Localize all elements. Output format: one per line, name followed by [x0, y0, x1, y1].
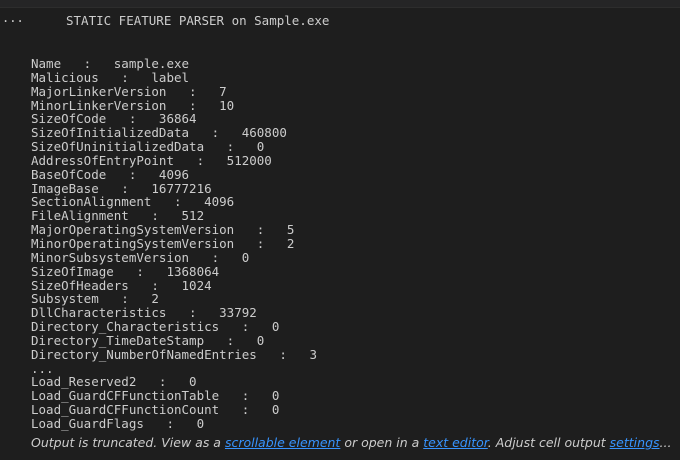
cell-gutter-ellipsis[interactable]: ... [2, 10, 24, 26]
output-line: FileAlignment : 512 [31, 208, 205, 224]
output-line: Load_GuardFlags : 0 [31, 415, 205, 431]
output-line: SizeOfInitializedData : 460800 [31, 125, 287, 141]
settings-link[interactable]: settings [610, 435, 660, 450]
output-line: AddressOfEntryPoint : 512000 [31, 152, 272, 168]
output-line: Malicious : label [31, 69, 190, 85]
notice-suffix: . Adjust cell output [487, 435, 610, 450]
output-line: SectionAlignment : 4096 [31, 194, 235, 210]
output-line: MinorOperatingSystemVersion : 2 [31, 235, 295, 251]
output-line: BaseOfCode : 4096 [31, 166, 190, 182]
cell-output: Name : sample.exe Malicious : label MajorL… [31, 57, 317, 431]
output-line: Load_GuardCFFunctionTable : 0 [31, 388, 280, 404]
output-line: Subsystem : 2 [31, 291, 159, 307]
output-line: SizeOfHeaders : 1024 [31, 277, 212, 293]
output-line: Directory_Characteristics : 0 [31, 319, 280, 335]
output-line: Directory_NumberOfNamedEntries : 3 [31, 346, 317, 362]
output-line: Load_GuardCFFunctionCount : 0 [31, 402, 280, 418]
output-line: SizeOfUninitializedData : 0 [31, 139, 265, 155]
output-line: SizeOfCode : 36864 [31, 111, 197, 127]
output-line: Load_Reserved2 : 0 [31, 374, 197, 390]
output-line: MinorSubsystemVersion : 0 [31, 249, 250, 265]
output-line: Name : sample.exe [31, 56, 190, 71]
notice-ending: ... [659, 435, 672, 450]
output-line: DllCharacteristics : 33792 [31, 305, 257, 321]
notice-middle: or open in a [340, 435, 424, 450]
output-line: ImageBase : 16777216 [31, 180, 212, 196]
truncation-notice: Output is truncated. View as a scrollabl… [31, 435, 671, 451]
output-line: SizeOfImage : 1368064 [31, 263, 220, 279]
output-line: ... [31, 360, 54, 376]
scrollable-element-link[interactable]: scrollable element [225, 435, 340, 450]
output-line: MajorOperatingSystemVersion : 5 [31, 222, 295, 238]
top-bar [0, 0, 680, 8]
output-title: STATIC FEATURE PARSER on Sample.exe [66, 13, 330, 28]
output-line: MinorLinkerVersion : 10 [31, 97, 235, 113]
output-line: MajorLinkerVersion : 7 [31, 83, 227, 99]
text-editor-link[interactable]: text editor [423, 435, 488, 450]
output-line: Directory_TimeDateStamp : 0 [31, 332, 265, 348]
notice-prefix: Output is truncated. View as a [31, 435, 225, 450]
